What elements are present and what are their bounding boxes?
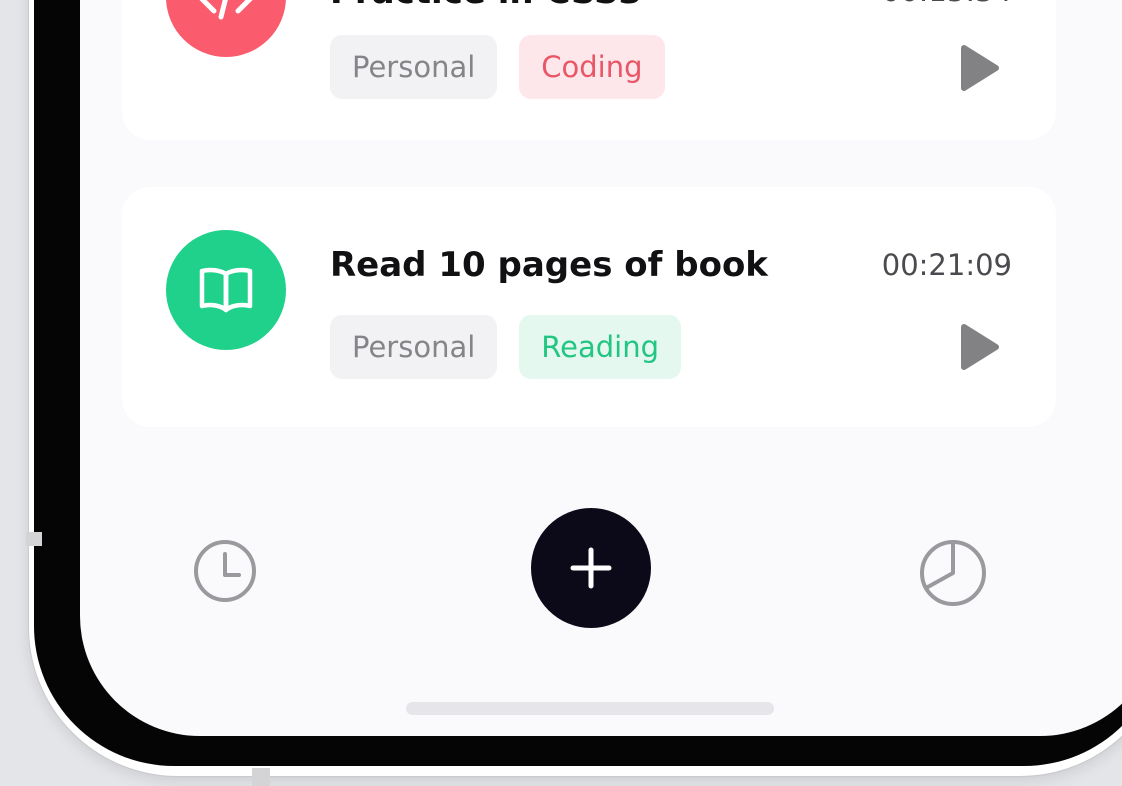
task-timer: 00:21:09: [881, 248, 1012, 282]
pie-chart-icon[interactable]: [918, 538, 988, 608]
tag-personal[interactable]: Personal: [330, 35, 498, 99]
task-tags: Personal Reading: [330, 315, 681, 379]
task-card[interactable]: Read 10 pages of book 00:21:09 Personal …: [122, 187, 1056, 427]
task-card[interactable]: Practice in CSS3 00:15:34 Personal Codin…: [122, 0, 1056, 140]
add-task-button[interactable]: [531, 508, 651, 628]
code-icon: [166, 0, 286, 57]
bottom-nav: [80, 508, 1122, 632]
task-title: Read 10 pages of book: [330, 245, 768, 285]
phone-bottom-edge: [252, 768, 270, 786]
phone-side-button: [26, 532, 42, 546]
play-icon[interactable]: [960, 44, 1000, 92]
app-screen: Practice in CSS3 00:15:34 Personal Codin…: [80, 0, 1122, 736]
home-indicator[interactable]: [406, 702, 774, 715]
clock-icon[interactable]: [192, 538, 258, 604]
task-title: Practice in CSS3: [330, 0, 642, 12]
play-icon[interactable]: [960, 323, 1000, 371]
plus-icon: [570, 547, 612, 589]
task-timer: 00:15:34: [882, 0, 1012, 8]
book-icon: [166, 230, 286, 350]
tag-personal[interactable]: Personal: [330, 315, 498, 379]
tag-coding[interactable]: Coding: [519, 35, 665, 99]
tag-reading[interactable]: Reading: [519, 315, 681, 379]
task-tags: Personal Coding: [330, 35, 665, 99]
